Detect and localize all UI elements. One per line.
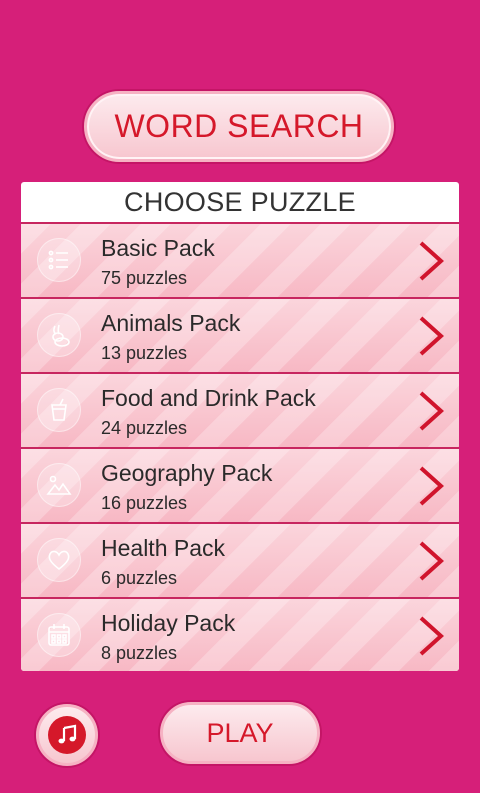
landscape-icon — [37, 463, 81, 507]
chevron-right-icon — [419, 466, 444, 506]
pack-name: Basic Pack — [101, 235, 215, 261]
pack-count: 75 puzzles — [101, 268, 188, 288]
pack-name: Holiday Pack — [101, 610, 236, 636]
word-search-title-button[interactable]: WORD SEARCH — [84, 91, 394, 162]
pack-row-holiday[interactable]: Holiday Pack 8 puzzles — [21, 597, 459, 671]
pack-count: 24 puzzles — [101, 418, 188, 438]
chevron-right-icon — [419, 316, 444, 356]
pack-name: Geography Pack — [101, 460, 273, 486]
chevron-right-icon — [419, 616, 444, 656]
app-title: WORD SEARCH — [114, 108, 364, 144]
chevron-right-icon — [419, 391, 444, 431]
play-button[interactable]: PLAY — [160, 702, 320, 764]
pack-row-geography[interactable]: Geography Pack 16 puzzles — [21, 447, 459, 522]
pack-count: 13 puzzles — [101, 343, 188, 363]
chevron-right-icon — [419, 241, 444, 281]
pack-count: 16 puzzles — [101, 493, 188, 513]
pack-count: 8 puzzles — [101, 643, 178, 663]
heart-icon — [37, 538, 81, 582]
pack-count: 6 puzzles — [101, 568, 178, 588]
drink-icon — [37, 388, 81, 432]
pack-row-animals[interactable]: Animals Pack 13 puzzles — [21, 297, 459, 372]
pack-name: Health Pack — [101, 535, 226, 561]
play-label: PLAY — [206, 717, 274, 748]
pack-row-basic[interactable]: Basic Pack 75 puzzles — [21, 222, 459, 297]
chevron-right-icon — [419, 541, 444, 581]
calendar-icon — [37, 613, 81, 657]
rabbit-icon — [37, 313, 81, 357]
pack-name: Food and Drink Pack — [101, 385, 316, 411]
panel-header: CHOOSE PUZZLE — [124, 186, 356, 217]
music-toggle-button[interactable] — [36, 704, 98, 766]
pack-row-health[interactable]: Health Pack 6 puzzles — [21, 522, 459, 597]
pack-row-food-and-drink[interactable]: Food and Drink Pack 24 puzzles — [21, 372, 459, 447]
list-icon — [37, 238, 81, 282]
choose-puzzle-panel: CHOOSE PUZZLE Basic Pack 75 puzzles Anim… — [21, 182, 459, 671]
pack-name: Animals Pack — [101, 310, 241, 336]
music-note-icon — [48, 716, 86, 754]
